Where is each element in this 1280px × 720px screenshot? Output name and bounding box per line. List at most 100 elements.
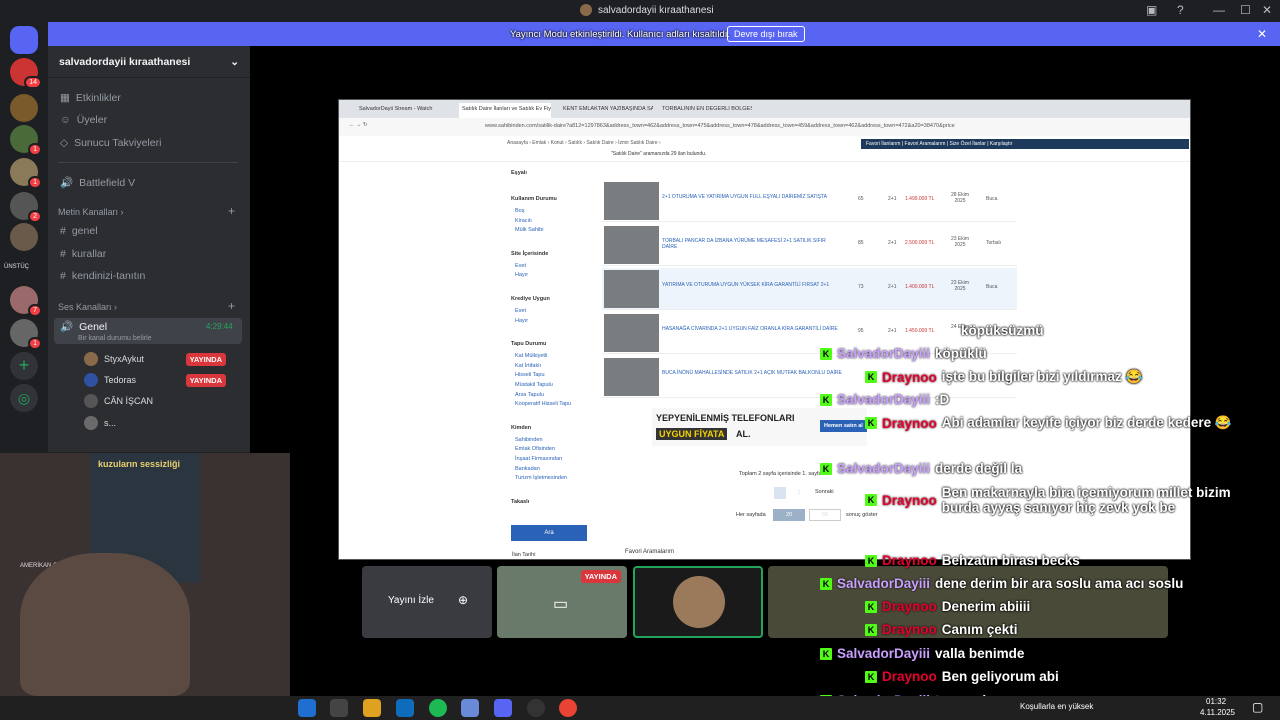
close-icon[interactable]: ✕ — [1262, 3, 1272, 17]
store-icon[interactable] — [330, 699, 348, 717]
filter-option[interactable]: Evet — [515, 308, 526, 314]
server-icon[interactable]: 2 — [10, 192, 42, 223]
voice-category[interactable]: Ses Kanalları › — [58, 302, 117, 312]
watch-stream-tile[interactable]: Yayını İzle ⊕ — [362, 566, 492, 638]
spotify-icon[interactable] — [429, 699, 447, 717]
folder-icon[interactable] — [363, 699, 381, 717]
filter-title[interactable]: Site İçerisinde — [511, 251, 548, 257]
chrome-icon[interactable] — [559, 699, 577, 717]
server-icon[interactable]: 1 — [10, 319, 42, 350]
filter-option[interactable]: İnşaat Firmasından — [515, 456, 562, 462]
filter-title[interactable]: İlan Tarihi — [512, 552, 535, 558]
discover-icon[interactable]: ◎ — [10, 384, 38, 412]
add-channel-icon[interactable]: + — [228, 204, 235, 218]
disable-streamer-mode-button[interactable]: Devre dışı bırak — [727, 26, 805, 42]
filter-option[interactable]: Hayır — [515, 272, 528, 278]
banner-close-icon[interactable]: ✕ — [1257, 27, 1267, 41]
voice-user[interactable]: StyxAykut YAYINDA — [84, 352, 238, 366]
voice-status[interactable]: Bir kanal durumu belirle — [78, 335, 152, 342]
help-icon[interactable]: ? — [1177, 3, 1184, 17]
server-header[interactable]: salvadordayii kıraathanesi ⌄ — [48, 46, 250, 78]
clock-time[interactable]: 01:32 — [1206, 697, 1226, 706]
page-button[interactable]: 1 — [774, 487, 786, 499]
game-activity[interactable]: 🔊 Battlefield V — [60, 176, 135, 190]
sidebar-item-events[interactable]: ▦ Etkinlikler — [60, 92, 121, 104]
outlook-icon[interactable] — [396, 699, 414, 717]
popout-icon[interactable]: ⊕ — [458, 593, 468, 607]
obs-icon[interactable] — [527, 699, 545, 717]
kick-badge-icon: K — [820, 647, 832, 660]
filter-option[interactable]: Kat Mülkiyetli — [515, 353, 547, 359]
server-icon[interactable] — [10, 223, 38, 251]
filter-option[interactable]: Hayır — [515, 318, 528, 324]
minimize-icon[interactable]: — — [1213, 3, 1225, 17]
server-icon[interactable]: 14 — [10, 58, 42, 89]
maximize-icon[interactable]: ☐ — [1240, 3, 1251, 17]
filter-option[interactable]: Müstakil Tapulu — [515, 382, 553, 388]
server-icon[interactable]: 7 — [10, 286, 42, 317]
clock-date[interactable]: 4.11.2025 — [1200, 708, 1235, 717]
filter-title[interactable]: Eşyalı — [511, 170, 527, 176]
server-icon[interactable]: 1 — [10, 158, 42, 189]
text-category[interactable]: Metin Kanalları › — [58, 207, 124, 217]
inbox-icon[interactable]: ▣ — [1146, 3, 1157, 17]
sidebar-item-members[interactable]: ☺ Üyeler — [60, 114, 107, 126]
filter-option[interactable]: Kooperatif Hisseli Tapu — [515, 401, 571, 407]
channel-genel[interactable]: # genel — [60, 225, 98, 237]
url-text[interactable]: www.sahibinden.com/satilik-daire?a812=12… — [485, 123, 1025, 129]
listing-title[interactable]: TORBALI PANCAR DA İZBANA YÜRÜME MESAFESİ… — [662, 238, 842, 250]
browser-tab[interactable]: KENT EMLAKTAN YAZIBAŞINDA SATI — [563, 106, 653, 112]
discord-icon[interactable] — [494, 699, 512, 717]
listing-m2: 65 — [858, 196, 864, 202]
filter-option[interactable]: Bankadan — [515, 466, 540, 472]
listing-date: 28 Ekim 2025 — [950, 192, 970, 204]
filter-option[interactable]: Kat İrtifaklı — [515, 363, 541, 369]
notification-icon[interactable]: ▢ — [1252, 700, 1263, 714]
listing-price: 2.500.000 TL — [905, 240, 935, 246]
top-links[interactable]: Favori İlanlarım | Favori Aramalarım | S… — [861, 139, 1189, 149]
filter-title[interactable]: Krediye Uygun — [511, 296, 550, 302]
add-server-icon[interactable]: + — [10, 352, 38, 380]
filter-option[interactable]: Evet — [515, 263, 526, 269]
listing-title[interactable]: YATIRIMA VE OTURUMA UYGUN YÜKSEK KİRA GA… — [662, 282, 842, 288]
browser-tab[interactable]: SalvadorDayii Stream - Watch — [359, 106, 449, 112]
server-icon[interactable]: 1 — [10, 125, 42, 156]
sidebar-item-boosts[interactable]: ◇ Sunucu Takviyeleri — [60, 137, 161, 149]
filter-option[interactable]: Sahibinden — [515, 437, 543, 443]
browser-tab-active[interactable]: Satılık Daire İlanları ve Satılık Ev Fiy… — [459, 103, 551, 118]
channel-kurallar[interactable]: # kurallar — [60, 248, 106, 260]
filter-title[interactable]: Tapu Durumu — [511, 341, 546, 347]
filter-option[interactable]: Arsa Tapulu — [515, 392, 544, 398]
listing-row[interactable]: YATIRIMA VE OTURUMA UYGUN YÜKSEK KİRA GA… — [602, 268, 1017, 310]
filter-title[interactable]: Kullanım Durumu — [511, 196, 557, 202]
filter-option[interactable]: Kiracılı — [515, 218, 532, 224]
chat-username: SalvadorDayiii — [837, 346, 931, 361]
browser-tab[interactable]: TORBALININ EN DEĞERLİ BÖLGESİ — [662, 106, 752, 112]
voice-user[interactable]: Tedoras YAYINDA — [84, 373, 238, 387]
stream-tile[interactable]: ▭ YAYINDA — [497, 566, 627, 638]
app-icon[interactable] — [461, 699, 479, 717]
filter-option[interactable]: Boş — [515, 208, 524, 214]
speaking-user-tile[interactable] — [633, 566, 763, 638]
hash-icon: # — [60, 270, 66, 282]
channel-intro[interactable]: # kendinizi-tanıtın — [60, 270, 145, 282]
back-icon[interactable]: ← → ↻ — [349, 122, 368, 128]
server-badge: 1 — [28, 337, 42, 350]
listing-row[interactable]: 2+1 OTURUMA VE YATIRIMA UYGUN FULL EŞYAL… — [602, 180, 1017, 222]
filter-title[interactable]: Kimden — [511, 425, 531, 431]
discord-home-icon[interactable] — [10, 26, 38, 54]
filter-title[interactable]: Takaslı — [511, 499, 529, 505]
filter-option[interactable]: Emlak Ofisinden — [515, 446, 555, 452]
saved-searches[interactable]: Favori Aramalarım — [625, 549, 674, 555]
server-icon[interactable] — [10, 94, 38, 122]
filter-option[interactable]: Hisseli Tapu — [515, 372, 545, 378]
filter-option[interactable]: Mülk Sahibi — [515, 227, 543, 233]
filter-option[interactable]: Turizm İşletmesinden — [515, 475, 567, 481]
edge-icon[interactable] — [298, 699, 316, 717]
add-voice-channel-icon[interactable]: + — [228, 299, 235, 313]
voice-user[interactable]: CÂN İŞCAN — [84, 394, 238, 408]
listing-row[interactable]: TORBALI PANCAR DA İZBANA YÜRÜME MESAFESİ… — [602, 224, 1017, 266]
voice-user[interactable]: s... — [84, 416, 238, 430]
listing-title[interactable]: 2+1 OTURUMA VE YATIRIMA UYGUN FULL EŞYAL… — [662, 194, 842, 200]
search-button[interactable]: Ara — [511, 525, 587, 541]
